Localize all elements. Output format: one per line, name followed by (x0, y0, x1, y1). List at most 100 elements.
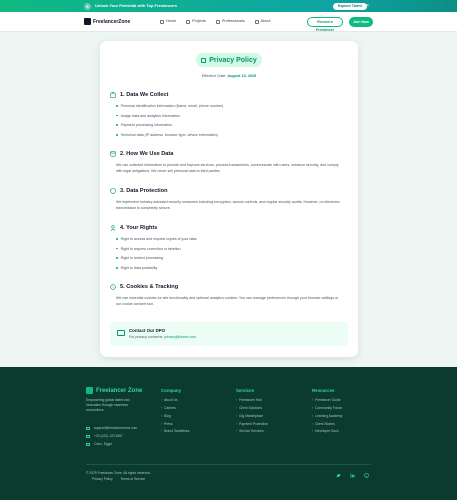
chevron-right-icon: › (236, 405, 238, 410)
footer-link[interactable]: › Freelancer Guide (312, 399, 342, 403)
chevron-right-icon: › (312, 429, 314, 434)
cookie-icon (110, 284, 116, 290)
footer-column-title: Services (236, 388, 255, 393)
list-item-text: Right to request correction or deletion (120, 246, 181, 251)
bullet-dot (116, 124, 118, 127)
footer-copyright: © 2025 Freelancer Zone. All rights reser… (86, 471, 151, 475)
section-data-we-collect: 1. Data We Collect Personal identificati… (110, 91, 350, 137)
list-item: Right to access and request copies of yo… (110, 237, 350, 242)
nav-professionals[interactable]: Professionals (215, 18, 245, 25)
clipboard-icon (110, 92, 116, 99)
chevron-right-icon: › (161, 405, 163, 410)
user-icon (110, 225, 116, 231)
footer-link[interactable]: › Gig Marketplace (236, 413, 268, 419)
privacy-policy-link[interactable]: Privacy Policy (92, 477, 113, 481)
footer-link[interactable]: › About Us (161, 399, 189, 403)
shield-icon (110, 188, 116, 195)
logo[interactable]: FreelancerZone (84, 18, 130, 25)
bullet-dot (116, 238, 118, 240)
page-title-text: Privacy Policy (209, 56, 257, 64)
effective-date-value: August 15, 2025 (227, 74, 257, 78)
github-icon[interactable] (364, 473, 369, 478)
footer-link[interactable]: › Payment Protection (236, 421, 268, 427)
footer-link[interactable]: › Client Solutions (236, 405, 268, 411)
section-data-protection: 3. Data Protection We implement industry… (110, 187, 350, 211)
footer-link[interactable]: › Community Forum (312, 406, 342, 411)
footer-link[interactable]: › Service Services (236, 430, 268, 434)
list-item: Right to restrict processing (110, 256, 350, 261)
recruit-freelancer-button[interactable]: Recruit a Freelancer (307, 17, 343, 32)
list-item: Right to request correction or deletion (110, 246, 350, 251)
join-now-button[interactable]: Join Now (349, 17, 373, 27)
footer-link-text: Blog (164, 413, 171, 418)
bullet-dot (116, 247, 118, 250)
footer-link[interactable]: › Careers (161, 405, 189, 411)
footer-link[interactable]: › Client Stories (312, 421, 342, 427)
logo-mark-icon (84, 18, 91, 25)
section-heading: 4. Your Rights (110, 224, 350, 232)
chevron-right-icon: › (161, 413, 163, 418)
privacy-policy-card: Privacy Policy Effective Date: August 15… (100, 41, 358, 357)
footer-link[interactable]: › Learning Academy (312, 414, 342, 419)
list-item-text: Right to restrict processing (120, 256, 164, 261)
chevron-right-icon: › (161, 429, 163, 434)
footer-link-text: Freelancer Hub (239, 398, 262, 403)
section-paragraph: We implement industry-standard security … (116, 200, 340, 210)
footer-link[interactable]: › Brand Guidelines (161, 430, 189, 434)
footer-link-text: Freelancer Guide (315, 398, 341, 403)
rocket-icon: ★ (84, 2, 91, 10)
nav-about-label: About (260, 19, 271, 23)
twitter-icon[interactable] (336, 473, 341, 478)
nav-projects[interactable]: Projects (186, 18, 206, 25)
section-title: 4. Your Rights (120, 225, 158, 231)
footer-divider (86, 464, 371, 465)
footer-link[interactable]: › Developer Docs (312, 430, 342, 434)
footer-phone-text: +20 (100) 123 4567 (94, 434, 123, 438)
contact-title: Contact Our DPO (129, 328, 166, 333)
terms-of-service-link[interactable]: Terms of Service (121, 477, 146, 481)
footer-column-resources: Resources › Freelancer Guide › Community F… (312, 388, 342, 434)
footer-location-text: Cairo, Egypt (94, 442, 113, 446)
chevron-right-icon: › (236, 398, 238, 403)
footer-phone[interactable]: +20 (100) 123 4567 (86, 434, 123, 438)
linkedin-icon[interactable] (350, 473, 355, 478)
list-item-text: Right to data portability (120, 265, 158, 270)
chevron-right-icon: › (312, 421, 314, 426)
bullet-dot (116, 257, 118, 260)
section-heading: 3. Data Protection (110, 187, 350, 195)
footer-link-text: Gig Marketplace (239, 413, 264, 418)
chevron-right-icon: › (312, 398, 314, 403)
nav-about[interactable]: About (254, 18, 271, 25)
contact-label: For privacy concerns: (129, 335, 164, 339)
footer-link-text: Brand Guidelines (164, 429, 190, 434)
footer-link[interactable]: › Blog (161, 413, 189, 419)
footer-link-text: Developer Docs (315, 429, 339, 434)
chevron-right-icon: › (236, 421, 238, 426)
footer-link[interactable]: › Freelancer Hub (236, 399, 268, 403)
nav-home[interactable]: Home (160, 18, 176, 25)
list-item-text: Technical data (IP address, browser type… (120, 132, 218, 137)
users-icon (215, 19, 220, 24)
footer-link-text: Client Stories (315, 421, 335, 426)
footer-link[interactable]: › Press (161, 421, 189, 427)
logo-text: FreelancerZone (93, 18, 131, 25)
section-cookies-tracking: 5. Cookies & Tracking We use essential c… (110, 283, 350, 307)
mail-icon (86, 426, 90, 430)
list-item: Technical data (IP address, browser type… (110, 132, 350, 137)
footer-description: Empowering global talent and innovation … (86, 398, 130, 412)
contact-email-link[interactable]: privacy@fzone.com (164, 335, 196, 339)
footer-column-company: Company › About Us › Careers › Blog › Press … (161, 388, 189, 434)
footer-email[interactable]: support@freelancerzone.com (86, 426, 137, 430)
promo-message: ★ Unlock Your Potential with Top Freelan… (84, 2, 177, 10)
explore-talent-button[interactable]: Explore Talent (333, 3, 367, 10)
footer-link-text: Press (164, 421, 173, 426)
section-title: 1. Data We Collect (120, 92, 169, 98)
footer-legal-links: Privacy Policy Terms of Service (92, 477, 145, 481)
section-your-rights: 4. Your Rights Right to access and reque… (110, 224, 350, 270)
section-title: 2. How We Use Data (120, 151, 174, 157)
footer-logo[interactable]: Freelancer Zone (86, 387, 142, 394)
list-item: Usage data and analytics information (110, 113, 350, 118)
home-icon (160, 19, 164, 24)
close-icon[interactable]: × (366, 2, 369, 10)
footer-link-text: Client Solutions (239, 405, 263, 410)
